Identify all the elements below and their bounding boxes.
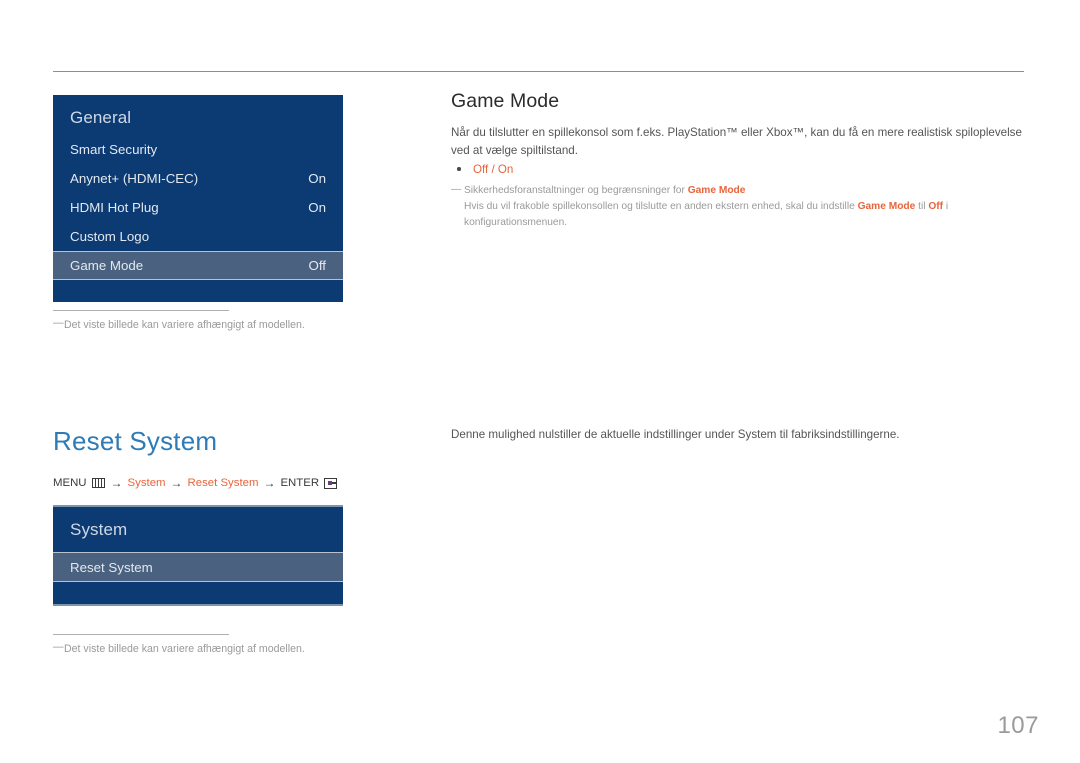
note-text: Sikkerhedsforanstaltninger og begrænsnin… [464, 185, 688, 196]
osd-row-value: On [308, 171, 326, 186]
footnote-dash-icon: — [53, 317, 64, 329]
section-body-game-mode: Når du tilslutter en spillekonsol som f.… [451, 126, 1022, 157]
osd-system-title: System [70, 520, 128, 539]
footnote-block-system: — Det viste billede kan variere afhængigt… [53, 634, 473, 657]
osd-menu-general: General Smart Security Anynet+ (HDMI-CEC… [53, 95, 343, 302]
section-body-reset-system: Denne mulighed nulstiller de aktuelle in… [451, 428, 900, 441]
section-heading-reset-system: Reset System [53, 426, 218, 456]
list-item: Off / On [451, 161, 1023, 178]
osd-row-label: HDMI Hot Plug [70, 200, 159, 215]
osd-row-label: Smart Security [70, 142, 158, 157]
list-item-label: Off / On [473, 163, 514, 176]
osd-system-bottom-border [53, 604, 343, 606]
game-mode-options-list: Off / On [451, 161, 1023, 178]
bullet-dot-icon [457, 167, 461, 171]
footnote-text-general: — Det viste billede kan variere afhængigt… [53, 317, 473, 333]
note-text: Hvis du vil frakoble spillekonsollen og … [464, 200, 858, 212]
section-heading-game-mode: Game Mode [451, 90, 560, 112]
menu-grid-icon [91, 478, 105, 488]
note-text: til [915, 200, 929, 212]
osd-row-label: Reset System [70, 559, 153, 575]
path-arrow-icon: → [263, 476, 276, 490]
footnote-divider [53, 634, 229, 635]
note-emphasis: Game Mode [857, 200, 916, 212]
note-emphasis: Game Mode [687, 185, 746, 196]
note-line-2: Hvis du vil frakoble spillekonsollen og … [451, 199, 1029, 231]
osd-menu-system: System Reset System [53, 505, 343, 606]
osd-row-anynet[interactable]: Anynet+ (HDMI-CEC) On [53, 164, 343, 193]
osd-row-reset-system[interactable]: Reset System [53, 552, 343, 582]
enter-key-icon [324, 477, 338, 489]
footnote-dash-icon: — [53, 641, 64, 653]
osd-row-label: Game Mode [70, 258, 144, 273]
osd-row-smart-security[interactable]: Smart Security [53, 135, 343, 164]
page-top-divider [53, 71, 1024, 72]
osd-row-game-mode[interactable]: Game Mode Off [53, 251, 343, 280]
menu-navigation-path: MENU → System → Reset System → ENTER [53, 476, 338, 490]
page-number: 107 [997, 712, 1039, 739]
osd-general-bottom-filler [53, 280, 343, 302]
menu-path-menu-label: MENU [53, 477, 87, 489]
osd-row-label: Anynet+ (HDMI-CEC) [70, 171, 199, 186]
menu-path-step-system: System [127, 477, 166, 489]
footnote-caption: Det viste billede kan variere afhængigt … [64, 319, 305, 331]
osd-row-value: Off [308, 258, 327, 273]
osd-row-label: Custom Logo [70, 229, 150, 244]
footnote-text-system: — Det viste billede kan variere afhængigt… [53, 641, 473, 657]
footnote-divider [53, 310, 229, 311]
osd-row-value: On [308, 200, 326, 215]
menu-path-enter-label: ENTER [280, 477, 320, 489]
menu-path-step-reset-system: Reset System [187, 477, 259, 489]
footnote-caption: Det viste billede kan variere afhængigt … [64, 643, 305, 655]
footnote-block-general: — Det viste billede kan variere afhængigt… [53, 310, 473, 333]
osd-general-title: General [70, 108, 132, 127]
osd-row-hdmi-hot-plug[interactable]: HDMI Hot Plug On [53, 193, 343, 222]
osd-system-bottom-filler [53, 582, 343, 604]
osd-row-custom-logo[interactable]: Custom Logo [53, 222, 343, 251]
note-line-1: — Sikkerhedsforanstaltninger og begrænsni… [451, 183, 1029, 199]
path-arrow-icon: → [110, 476, 123, 490]
note-emphasis: Off [928, 200, 944, 212]
note-dash-icon: — [451, 184, 462, 195]
path-arrow-icon: → [170, 476, 183, 490]
game-mode-notes: — Sikkerhedsforanstaltninger og begrænsni… [451, 183, 1029, 230]
